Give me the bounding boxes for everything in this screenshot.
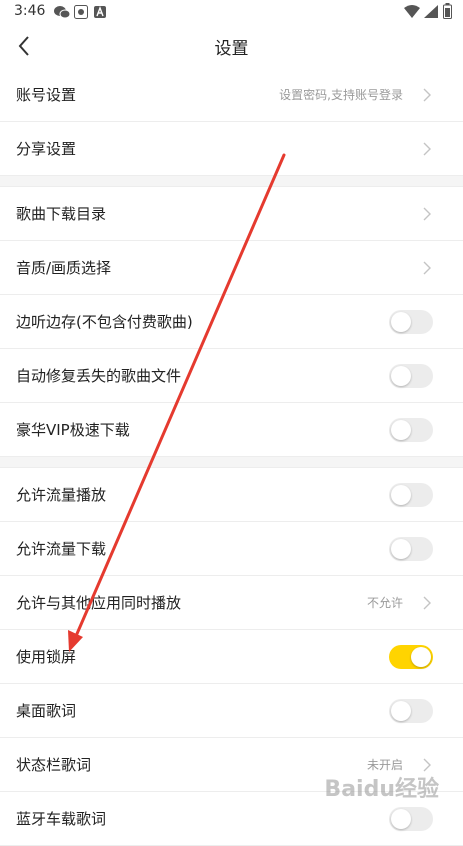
battery-icon	[443, 3, 452, 19]
header: 设置	[0, 26, 463, 66]
toggle-knob	[411, 647, 431, 667]
account-settings-row[interactable]: 账号设置 设置密码,支持账号登录	[0, 68, 463, 122]
chevron-right-icon	[423, 88, 431, 102]
row-label: 允许流量播放	[16, 486, 107, 504]
data-play-row: 允许流量播放	[0, 468, 463, 522]
chevron-right-icon	[423, 596, 431, 610]
row-label: 允许流量下载	[16, 540, 107, 558]
share-settings-row[interactable]: 分享设置	[0, 122, 463, 176]
wifi-icon	[404, 5, 420, 18]
row-label: 允许与其他应用同时播放	[16, 594, 182, 612]
font-notification-icon	[94, 6, 106, 18]
listen-save-toggle[interactable]	[389, 310, 433, 334]
status-time: 3:46	[14, 3, 46, 19]
row-label: 使用锁屏	[16, 648, 77, 666]
section-divider	[0, 176, 463, 187]
row-label: 状态栏歌词	[16, 756, 92, 774]
row-label: 自动修复丢失的歌曲文件	[16, 367, 182, 385]
wechat-icon	[54, 6, 70, 19]
row-label: 边听边存(不包含付费歌曲)	[16, 313, 193, 331]
auto-repair-toggle[interactable]	[389, 364, 433, 388]
vip-download-toggle[interactable]	[389, 418, 433, 442]
chevron-right-icon	[423, 758, 431, 772]
desktop-lyrics-row: 桌面歌词	[0, 684, 463, 738]
row-label: 桌面歌词	[16, 702, 77, 720]
lock-screen-row: 使用锁屏	[0, 630, 463, 684]
other-apps-row[interactable]: 允许与其他应用同时播放 不允许	[0, 576, 463, 630]
toggle-knob	[391, 366, 411, 386]
data-download-toggle[interactable]	[389, 537, 433, 561]
chevron-right-icon	[423, 261, 431, 275]
watermark: Baidu经验	[324, 777, 439, 802]
signal-icon	[424, 5, 438, 18]
status-bar: 3:46	[0, 0, 463, 26]
app-notification-icon	[74, 5, 88, 19]
row-label: 豪华VIP极速下载	[16, 421, 130, 439]
toggle-knob	[391, 701, 411, 721]
car-lyrics-toggle[interactable]	[389, 807, 433, 831]
settings-list: 账号设置 设置密码,支持账号登录 分享设置 歌曲下载目录 音质/画质选择 边听边…	[0, 68, 463, 846]
vip-download-row: 豪华VIP极速下载	[0, 403, 463, 457]
download-dir-row[interactable]: 歌曲下载目录	[0, 187, 463, 241]
page-title: 设置	[214, 39, 249, 59]
row-label: 音质/画质选择	[16, 259, 112, 277]
section-divider	[0, 457, 463, 468]
toggle-knob	[391, 312, 411, 332]
quality-row[interactable]: 音质/画质选择	[0, 241, 463, 295]
row-label: 分享设置	[16, 140, 77, 158]
row-value: 不允许	[366, 596, 403, 610]
data-download-row: 允许流量下载	[0, 522, 463, 576]
desktop-lyrics-toggle[interactable]	[389, 699, 433, 723]
row-value: 设置密码,支持账号登录	[279, 88, 403, 102]
toggle-knob	[391, 420, 411, 440]
toggle-knob	[391, 809, 411, 829]
chevron-right-icon	[423, 142, 431, 156]
listen-save-row: 边听边存(不包含付费歌曲)	[0, 295, 463, 349]
chevron-right-icon	[423, 207, 431, 221]
row-label: 蓝牙车载歌词	[16, 810, 107, 828]
row-label: 歌曲下载目录	[16, 205, 107, 223]
toggle-knob	[391, 539, 411, 559]
lock-screen-toggle[interactable]	[389, 645, 433, 669]
row-label: 账号设置	[16, 86, 77, 104]
toggle-knob	[391, 485, 411, 505]
auto-repair-row: 自动修复丢失的歌曲文件	[0, 349, 463, 403]
data-play-toggle[interactable]	[389, 483, 433, 507]
